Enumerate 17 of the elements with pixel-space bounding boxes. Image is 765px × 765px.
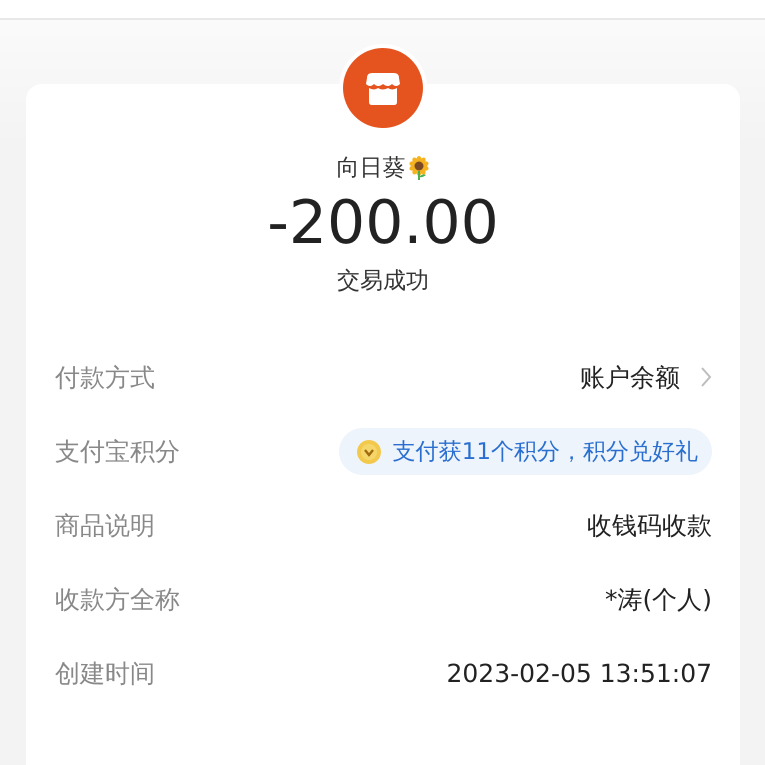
chevron-right-icon	[700, 366, 712, 388]
shop-icon	[343, 48, 423, 128]
payment-method-link[interactable]: 账户余额	[580, 360, 712, 394]
row-label: 收款方全称	[55, 584, 180, 616]
row-label: 付款方式	[55, 362, 155, 394]
row-label: 支付宝积分	[55, 436, 180, 468]
row-value: 2023-02-05 13:51:07	[446, 658, 712, 688]
row-label: 商品说明	[55, 510, 155, 542]
coin-icon	[354, 437, 383, 465]
status-text: 交易成功	[337, 267, 429, 296]
row-value: 收钱码收款	[587, 510, 712, 542]
row-value: *涛(个人)	[604, 584, 712, 616]
row-label: 创建时间	[55, 658, 155, 690]
sunflower-icon	[408, 156, 430, 180]
points-badge[interactable]: 支付获11个积分，积分兑好礼	[338, 428, 712, 474]
amount-text: -200.00	[267, 187, 499, 259]
merchant-name: 向日葵	[336, 154, 406, 183]
